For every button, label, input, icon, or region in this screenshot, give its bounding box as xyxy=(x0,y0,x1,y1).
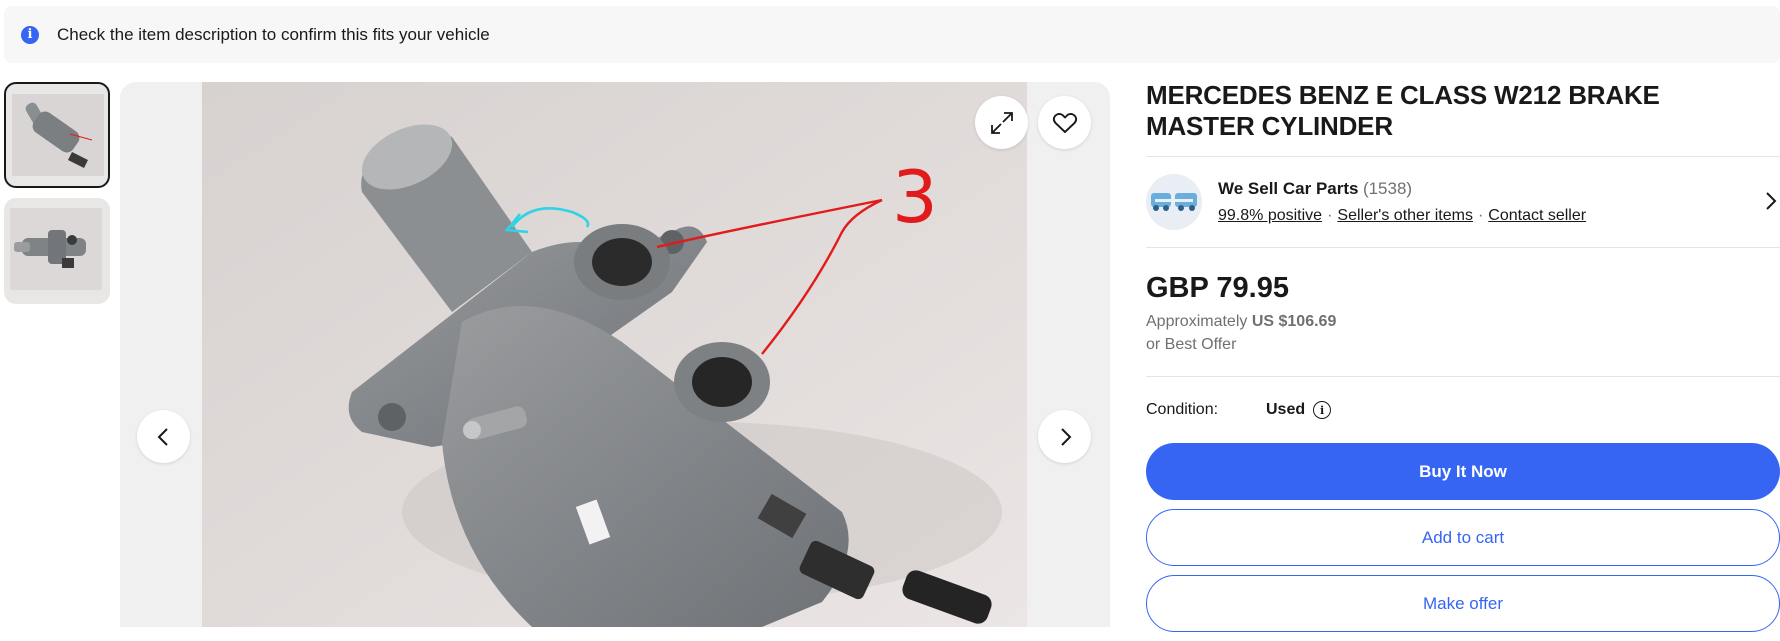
approx-label: Approximately xyxy=(1146,313,1248,330)
seller-feedback-count: (1538) xyxy=(1362,179,1413,198)
make-offer-button[interactable]: Make offer xyxy=(1146,575,1780,632)
separator-dot: · xyxy=(1477,207,1484,224)
product-photo-image: 3 xyxy=(202,82,1027,627)
condition-value: Used xyxy=(1266,401,1306,418)
seller-info: We Sell Car Parts (1538) 99.8% positive ·… xyxy=(1218,179,1586,225)
seller-other-items-link[interactable]: Seller's other items xyxy=(1337,207,1473,224)
item-price: GBP 79.95 xyxy=(1146,272,1289,304)
thumbnail-2-image xyxy=(10,208,102,290)
seller-avatar[interactable] xyxy=(1146,174,1202,230)
annotation-number: 3 xyxy=(892,155,938,239)
approx-value: US $106.69 xyxy=(1251,313,1337,330)
item-details: MERCEDES BENZ E CLASS W212 BRAKE MASTER … xyxy=(1146,80,1780,641)
buy-it-now-button[interactable]: Buy It Now xyxy=(1146,443,1780,500)
seller-positive-link[interactable]: 99.8% positive xyxy=(1218,207,1322,224)
image-gallery: 3 xyxy=(120,82,1110,627)
expand-button[interactable] xyxy=(975,96,1028,149)
product-photo[interactable]: 3 xyxy=(202,82,1027,627)
next-image-button[interactable] xyxy=(1038,410,1091,463)
info-icon[interactable]: i xyxy=(1313,401,1332,419)
thumbnail-strip xyxy=(4,82,110,314)
approx-price: Approximately US $106.69 xyxy=(1146,313,1780,331)
chevron-right-icon xyxy=(1060,427,1071,446)
best-offer-text: or Best Offer xyxy=(1146,336,1237,353)
chevron-left-icon xyxy=(157,427,168,446)
thumbnail-1-image xyxy=(12,94,104,176)
condition-label: Condition: xyxy=(1146,401,1219,418)
info-icon: i xyxy=(21,25,39,44)
previous-image-button[interactable] xyxy=(137,410,190,463)
contact-seller-link[interactable]: Contact seller xyxy=(1488,207,1586,224)
thumbnail-2[interactable] xyxy=(4,198,110,304)
seller-links: 99.8% positive · Seller's other items · Cont… xyxy=(1218,207,1586,225)
fitment-notice: i Check the item description to confirm … xyxy=(4,6,1780,63)
heart-icon xyxy=(1052,112,1077,133)
seller-name[interactable]: We Sell Car Parts xyxy=(1218,179,1358,198)
thumbnail-1[interactable] xyxy=(4,82,110,188)
price-section: GBP 79.95 Approximately US $106.69 or Be… xyxy=(1146,248,1780,376)
expand-icon xyxy=(990,111,1013,134)
add-to-cart-button[interactable]: Add to cart xyxy=(1146,509,1780,566)
separator-dot: · xyxy=(1327,207,1333,224)
watch-button[interactable] xyxy=(1038,96,1091,149)
item-title: MERCEDES BENZ E CLASS W212 BRAKE MASTER … xyxy=(1146,80,1660,141)
condition-row: Condition: Used i xyxy=(1146,377,1780,443)
notice-text: Check the item description to confirm th… xyxy=(57,24,490,44)
seller-logo-image xyxy=(1151,193,1197,211)
seller-card: We Sell Car Parts (1538) 99.8% positive ·… xyxy=(1146,157,1780,247)
chevron-right-icon[interactable] xyxy=(1764,190,1778,212)
